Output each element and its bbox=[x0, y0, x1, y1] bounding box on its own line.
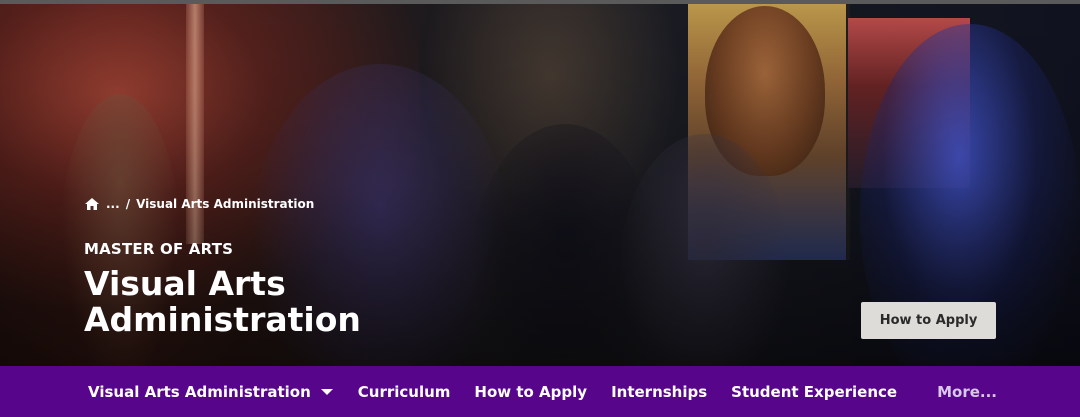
nav-item-curriculum[interactable]: Curriculum bbox=[358, 383, 451, 401]
page-title: Visual Arts Administration bbox=[84, 264, 361, 339]
degree-label: MASTER OF ARTS bbox=[84, 240, 234, 258]
nav-more-button[interactable]: More... bbox=[937, 383, 997, 401]
breadcrumb-current: Visual Arts Administration bbox=[136, 197, 315, 211]
nav-item-label: Visual Arts Administration bbox=[88, 382, 311, 401]
home-icon[interactable] bbox=[84, 197, 100, 211]
breadcrumb: ... / Visual Arts Administration bbox=[84, 197, 314, 211]
how-to-apply-button[interactable]: How to Apply bbox=[861, 302, 996, 339]
nav-item-how-to-apply[interactable]: How to Apply bbox=[474, 383, 587, 401]
page: ... / Visual Arts Administration MASTER … bbox=[0, 0, 1080, 417]
nav-item-internships[interactable]: Internships bbox=[611, 383, 707, 401]
nav-item-visual-arts-administration[interactable]: Visual Arts Administration bbox=[88, 383, 333, 401]
chevron-down-icon bbox=[320, 388, 333, 395]
top-border bbox=[0, 0, 1080, 4]
nav-item-student-experience[interactable]: Student Experience bbox=[731, 383, 897, 401]
breadcrumb-separator: / bbox=[125, 197, 131, 211]
breadcrumb-ellipsis[interactable]: ... bbox=[106, 197, 120, 211]
program-nav: Visual Arts Administration Curriculum Ho… bbox=[0, 366, 1080, 417]
